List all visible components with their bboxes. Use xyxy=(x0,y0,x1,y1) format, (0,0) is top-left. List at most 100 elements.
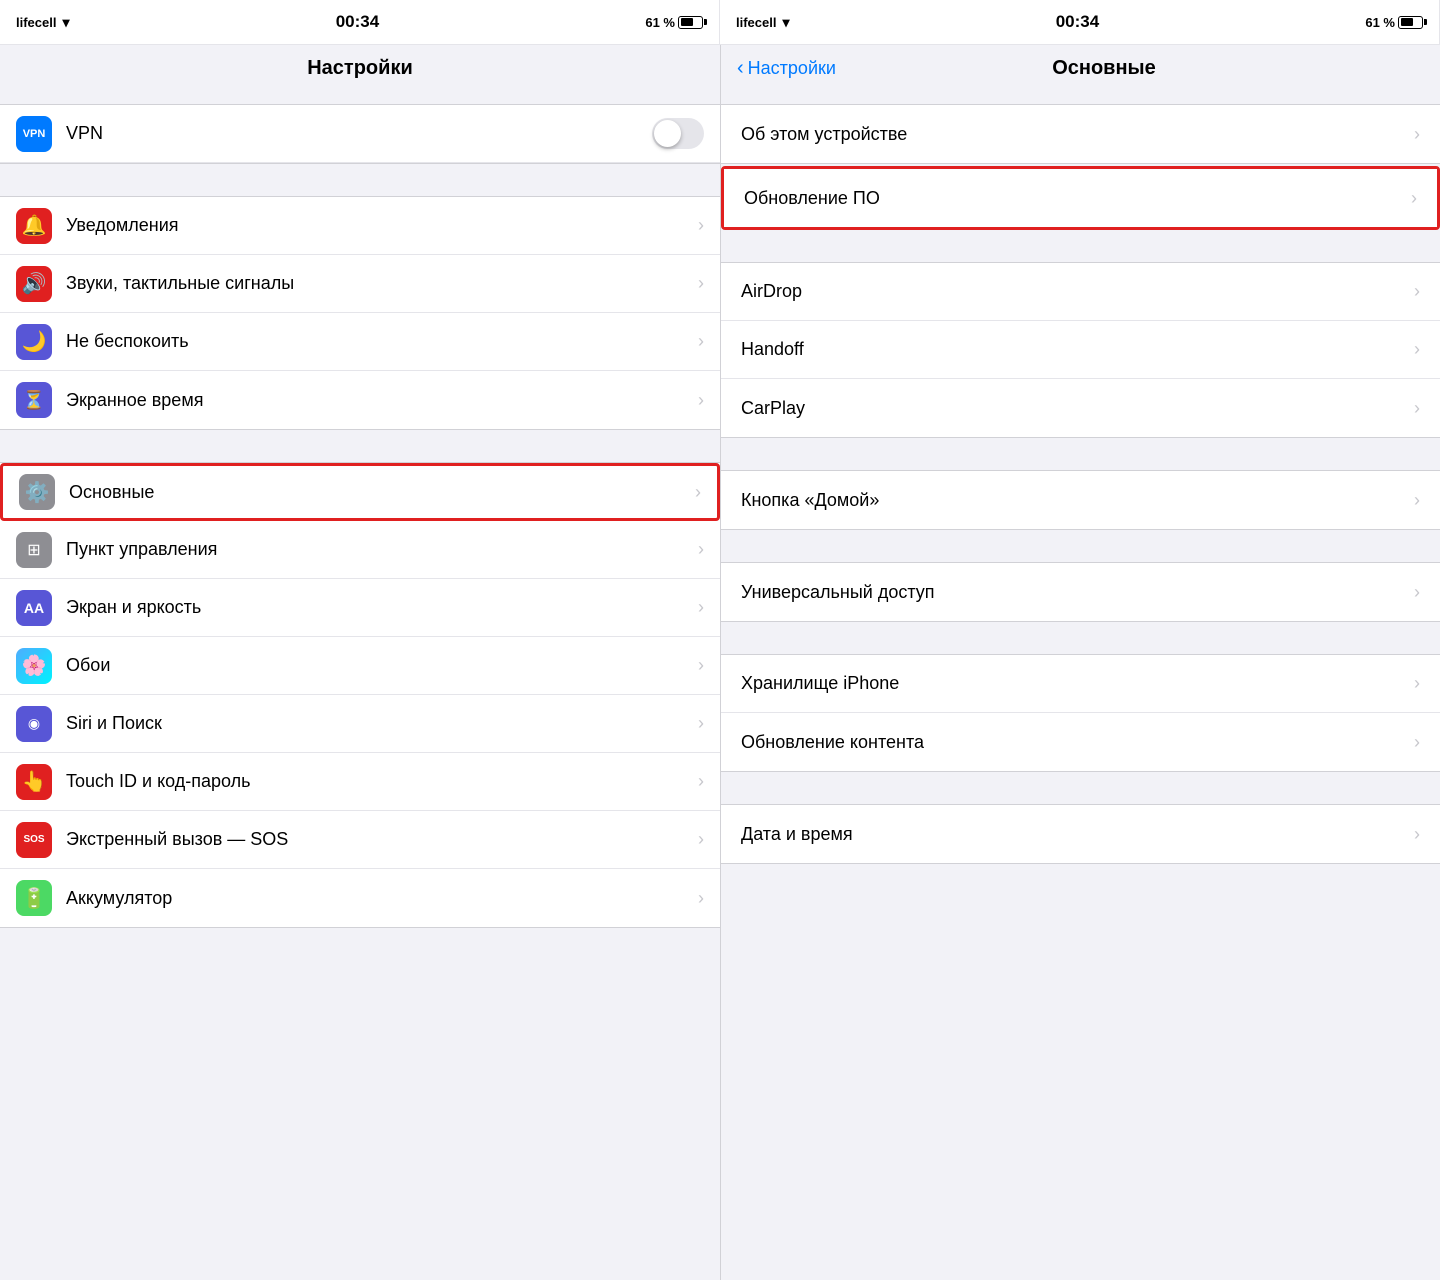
software-label: Обновление ПО xyxy=(744,188,1411,209)
general-item[interactable]: ⚙️ Основные › xyxy=(0,463,720,521)
airdrop-item[interactable]: AirDrop › xyxy=(721,263,1440,321)
back-button[interactable]: ‹ Настройки xyxy=(737,57,836,80)
wallpaper-label: Обои xyxy=(66,655,698,676)
battery-label: Аккумулятор xyxy=(66,888,698,909)
accessibility-item[interactable]: Универсальный доступ › xyxy=(721,563,1440,621)
datetime-label: Дата и время xyxy=(741,824,1414,845)
spacer xyxy=(0,928,720,960)
about-label: Об этом устройстве xyxy=(741,124,1414,145)
right-status-right: 61 % xyxy=(1365,15,1423,30)
left-status-bar: lifecell ▾ 00:34 61 % xyxy=(0,0,720,44)
left-wifi-icon: ▾ xyxy=(62,14,69,31)
sounds-icon: 🔊 xyxy=(16,266,52,302)
chevron-icon: › xyxy=(698,655,704,676)
left-status-right: 61 % xyxy=(645,15,703,30)
homebutton-label: Кнопка «Домой» xyxy=(741,490,1414,511)
battery-icon: 🔋 xyxy=(16,880,52,916)
chevron-icon: › xyxy=(1414,582,1420,603)
chevron-icon: › xyxy=(698,829,704,850)
about-item[interactable]: Об этом устройстве › xyxy=(721,105,1440,163)
siri-label: Siri и Поиск xyxy=(66,713,698,734)
carplay-label: CarPlay xyxy=(741,398,1414,419)
chevron-icon: › xyxy=(1414,673,1420,694)
storage-group: Хранилище iPhone › Обновление контента › xyxy=(721,654,1440,772)
display-icon: AA xyxy=(16,590,52,626)
vpn-group: VPN VPN xyxy=(0,104,720,164)
wallpaper-item[interactable]: 🌸 Обои › xyxy=(0,637,720,695)
airdrop-label: AirDrop xyxy=(741,281,1414,302)
touchid-icon: 👆 xyxy=(16,764,52,800)
spacer xyxy=(721,230,1440,262)
sounds-label: Звуки, тактильные сигналы xyxy=(66,273,698,294)
vpn-icon: VPN xyxy=(16,116,52,152)
notifications-item[interactable]: 🔔 Уведомления › xyxy=(0,197,720,255)
chevron-icon: › xyxy=(698,390,704,411)
right-title: Основные xyxy=(1052,57,1156,80)
spacer xyxy=(0,88,720,104)
general-group: ⚙️ Основные › ⊞ Пункт управления › AA Эк… xyxy=(0,462,720,928)
donotdisturb-label: Не беспокоить xyxy=(66,331,698,352)
toggle-knob xyxy=(654,120,681,147)
handoff-label: Handoff xyxy=(741,339,1414,360)
left-nav: Настройки xyxy=(0,45,720,88)
chevron-icon: › xyxy=(1414,732,1420,753)
chevron-icon: › xyxy=(1414,339,1420,360)
general-icon: ⚙️ xyxy=(19,474,55,510)
chevron-icon: › xyxy=(698,215,704,236)
chevron-icon: › xyxy=(1411,188,1417,209)
chevron-icon: › xyxy=(698,331,704,352)
siri-item[interactable]: ◉ Siri и Поиск › xyxy=(0,695,720,753)
touchid-item[interactable]: 👆 Touch ID и код-пароль › xyxy=(0,753,720,811)
bgrefresh-item[interactable]: Обновление контента › xyxy=(721,713,1440,771)
sos-item[interactable]: SOS Экстренный вызов — SOS › xyxy=(0,811,720,869)
spacer xyxy=(721,864,1440,896)
chevron-icon: › xyxy=(1414,490,1420,511)
vpn-toggle[interactable] xyxy=(652,118,704,149)
notifications-label: Уведомления xyxy=(66,215,698,236)
display-item[interactable]: AA Экран и яркость › xyxy=(0,579,720,637)
chevron-icon: › xyxy=(1414,281,1420,302)
donotdisturb-item[interactable]: 🌙 Не беспокоить › xyxy=(0,313,720,371)
general-label: Основные xyxy=(69,482,695,503)
left-title: Настройки xyxy=(307,57,413,79)
airdrop-group: AirDrop › Handoff › CarPlay › xyxy=(721,262,1440,438)
software-group: Обновление ПО › xyxy=(721,166,1440,230)
carplay-item[interactable]: CarPlay › xyxy=(721,379,1440,437)
homebutton-group: Кнопка «Домой» › xyxy=(721,470,1440,530)
right-settings-list: Об этом устройстве › Обновление ПО › Air… xyxy=(721,88,1440,1280)
chevron-icon: › xyxy=(1414,398,1420,419)
right-panel: ‹ Настройки Основные Об этом устройстве … xyxy=(720,45,1440,1280)
controlcenter-icon: ⊞ xyxy=(16,532,52,568)
left-status-left: lifecell ▾ xyxy=(16,14,70,31)
battery-item[interactable]: 🔋 Аккумулятор › xyxy=(0,869,720,927)
left-settings-list: VPN VPN 🔔 Уведомления › 🔊 Звуки, такти xyxy=(0,88,720,1280)
back-chevron-icon: ‹ xyxy=(737,57,744,80)
spacer xyxy=(0,164,720,196)
donotdisturb-icon: 🌙 xyxy=(16,324,52,360)
touchid-label: Touch ID и код-пароль xyxy=(66,771,698,792)
siri-icon: ◉ xyxy=(16,706,52,742)
right-battery-icon xyxy=(1398,16,1423,29)
spacer xyxy=(721,88,1440,104)
right-battery: 61 % xyxy=(1365,15,1423,30)
screentime-item[interactable]: ⏳ Экранное время › xyxy=(0,371,720,429)
sos-label: Экстренный вызов — SOS xyxy=(66,829,698,850)
right-nav: ‹ Настройки Основные xyxy=(721,45,1440,88)
software-item[interactable]: Обновление ПО › xyxy=(724,169,1437,227)
spacer xyxy=(721,772,1440,804)
vpn-item[interactable]: VPN VPN xyxy=(0,105,720,163)
datetime-item[interactable]: Дата и время › xyxy=(721,805,1440,863)
chevron-icon: › xyxy=(1414,124,1420,145)
handoff-item[interactable]: Handoff › xyxy=(721,321,1440,379)
right-carrier: lifecell xyxy=(736,15,776,30)
right-time: 00:34 xyxy=(1056,12,1099,32)
chevron-icon: › xyxy=(1414,824,1420,845)
left-battery: 61 % xyxy=(645,15,703,30)
right-status-left: lifecell ▾ xyxy=(736,14,790,31)
storage-item[interactable]: Хранилище iPhone › xyxy=(721,655,1440,713)
homebutton-item[interactable]: Кнопка «Домой» › xyxy=(721,471,1440,529)
controlcenter-item[interactable]: ⊞ Пункт управления › xyxy=(0,521,720,579)
chevron-icon: › xyxy=(698,273,704,294)
sounds-item[interactable]: 🔊 Звуки, тактильные сигналы › xyxy=(0,255,720,313)
chevron-icon: › xyxy=(698,771,704,792)
